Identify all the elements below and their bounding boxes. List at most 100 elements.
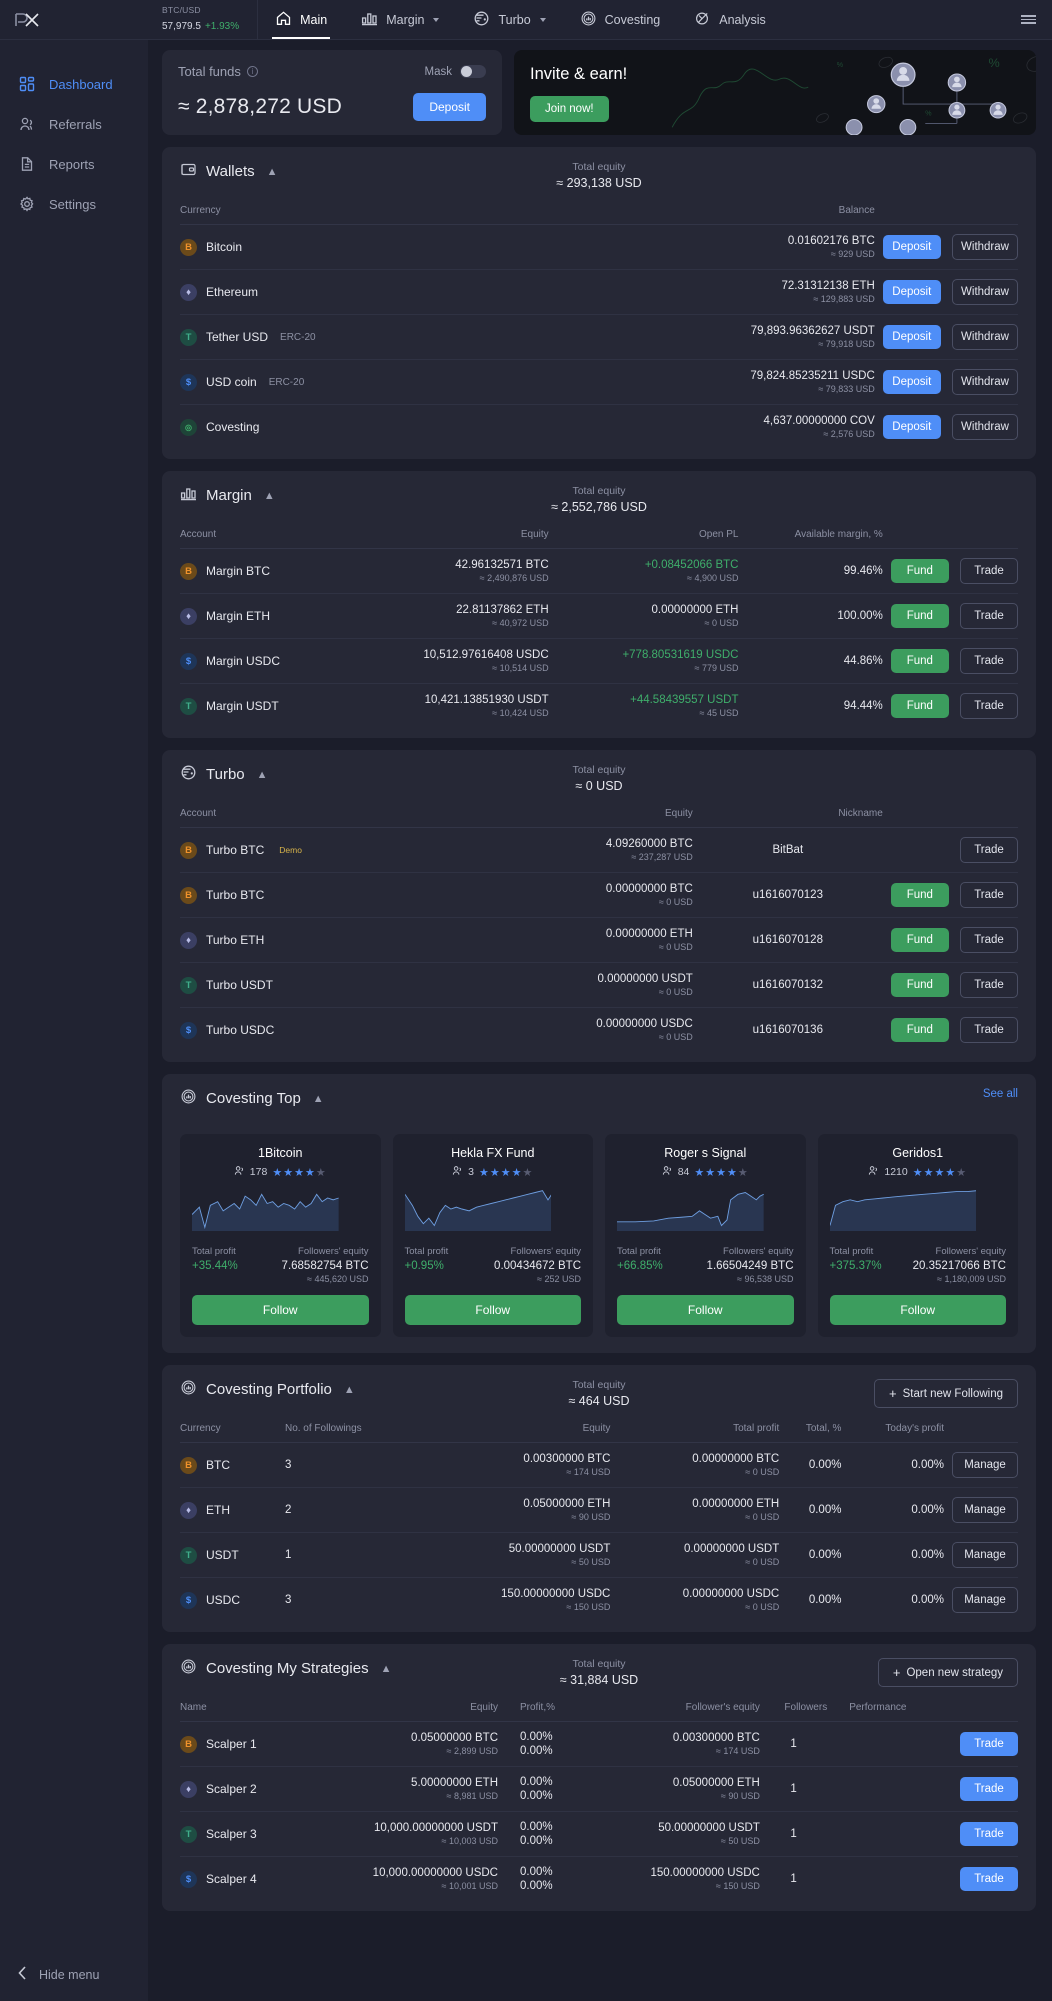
followers-equity-value: 7.68582754 BTC [281, 1260, 369, 1272]
tab-covesting[interactable]: Covesting [563, 0, 678, 39]
deposit-button[interactable]: Deposit [413, 93, 486, 121]
withdraw-button[interactable]: Withdraw [952, 369, 1018, 395]
see-all-link[interactable]: See all [983, 1088, 1018, 1100]
trade-button[interactable]: Trade [960, 927, 1018, 953]
manage-button[interactable]: Manage [952, 1452, 1018, 1478]
trade-button[interactable]: Trade [960, 1017, 1018, 1043]
strategy-name-cell: T Scalper 3 [180, 1811, 301, 1857]
total-profit-block: Total profit +375.37% [830, 1246, 882, 1284]
info-icon[interactable]: i [246, 66, 258, 77]
btc-usd-ticker[interactable]: BTC/USD 57,979.5 +1.93% [148, 0, 259, 39]
trade-button[interactable]: Trade [960, 972, 1018, 998]
menu-icon[interactable] [1005, 0, 1052, 39]
open-new-strategy-button[interactable]: + Open new strategy [877, 1658, 1018, 1687]
col-equity: Equity [466, 798, 693, 828]
chevron-up-icon[interactable]: ▲ [344, 1384, 355, 1396]
deposit-button[interactable]: Deposit [882, 325, 941, 349]
fund-button[interactable]: Fund [890, 973, 949, 997]
withdraw-button[interactable]: Withdraw [952, 414, 1018, 440]
fund-button[interactable]: Fund [890, 694, 949, 718]
equity-value: ≈ 0 USD [575, 779, 623, 793]
margin-title-wrap[interactable]: Margin ▲ [180, 485, 275, 506]
currency-name: USD coin [206, 375, 257, 389]
trader-card[interactable]: 1Bitcoin 178 ★★★★★ Total profit +35.44% … [180, 1134, 381, 1337]
trade-button[interactable]: Trade [960, 1777, 1018, 1801]
margin-equity-cell: 22.81137862 ETH ≈ 40,972 USD [343, 593, 549, 639]
trade-button[interactable]: Trade [960, 882, 1018, 908]
trade-button[interactable]: Trade [960, 693, 1018, 719]
fund-button[interactable]: Fund [890, 604, 949, 628]
manage-button[interactable]: Manage [952, 1542, 1018, 1568]
trader-card[interactable]: Roger s Signal 84 ★★★★★ Total profit +66… [605, 1134, 806, 1337]
wallets-title-wrap[interactable]: Wallets ▲ [180, 161, 278, 182]
mask-toggle[interactable] [460, 65, 486, 78]
col-currency: Currency [180, 195, 543, 225]
coin-icon-usdc: $ [180, 1591, 197, 1609]
follow-button[interactable]: Follow [617, 1295, 794, 1325]
covesting-top-title-wrap[interactable]: Covesting Top ▲ [180, 1088, 324, 1109]
deposit-button[interactable]: Deposit [882, 235, 941, 259]
deposit-button[interactable]: Deposit [882, 370, 941, 394]
ticker-pair: BTC/USD [162, 5, 201, 15]
fund-button[interactable]: Fund [890, 928, 949, 952]
covesting-top-panel: Covesting Top ▲ See all 1Bitcoin 178 ★★★… [162, 1074, 1036, 1353]
sidebar-item-referrals[interactable]: Referrals [0, 104, 148, 144]
hide-menu-button[interactable]: Hide menu [0, 1952, 148, 2001]
withdraw-button[interactable]: Withdraw [952, 279, 1018, 305]
chevron-up-icon[interactable]: ▲ [267, 166, 278, 178]
deposit-button[interactable]: Deposit [882, 280, 941, 304]
tab-margin[interactable]: Margin [344, 0, 456, 39]
strategy-name: Scalper 1 [206, 1737, 257, 1751]
turbo-title: Turbo [206, 766, 245, 783]
strategy-performance-cell [827, 1857, 952, 1902]
chevron-up-icon[interactable]: ▲ [381, 1663, 392, 1675]
manage-button[interactable]: Manage [952, 1587, 1018, 1613]
trade-button[interactable]: Trade [960, 837, 1018, 863]
tab-turbo[interactable]: Turbo [456, 0, 562, 39]
trade-button[interactable]: Trade [960, 1867, 1018, 1891]
covesting-portfolio-title-wrap[interactable]: Covesting Portfolio ▲ [180, 1379, 355, 1400]
sidebar-item-dashboard[interactable]: Dashboard [0, 64, 148, 104]
trader-card[interactable]: Geridos1 1210 ★★★★★ Total profit +375.37… [817, 1134, 1018, 1337]
sidebar-item-settings[interactable]: Settings [0, 184, 148, 224]
margin-account-cell: ♦ Margin ETH [180, 593, 344, 639]
trade-button[interactable]: Trade [960, 1732, 1018, 1756]
deposit-button[interactable]: Deposit [882, 415, 941, 439]
sidebar-item-label: Dashboard [49, 76, 113, 92]
fund-button[interactable]: Fund [890, 559, 949, 583]
trader-stats: Total profit +66.85% Followers' equity 1… [617, 1246, 794, 1284]
margin-table: Account Equity Open PL Available margin,… [180, 519, 1018, 728]
margin-available-cell: 44.86% [738, 638, 883, 684]
covesting-strategies-title-wrap[interactable]: Covesting My Strategies ▲ [180, 1658, 391, 1679]
manage-button[interactable]: Manage [952, 1497, 1018, 1523]
chevron-up-icon[interactable]: ▲ [313, 1093, 324, 1105]
tab-main[interactable]: Main [258, 0, 344, 39]
table-row: T USDT 1 50.00000000 USDT ≈ 50 USD 0.00000… [180, 1532, 1018, 1578]
trade-button[interactable]: Trade [960, 1822, 1018, 1846]
trade-button[interactable]: Trade [960, 558, 1018, 584]
turbo-title-wrap[interactable]: Turbo ▲ [180, 764, 268, 785]
trade-button[interactable]: Trade [960, 603, 1018, 629]
svg-text:%: % [989, 56, 1000, 70]
strategy-follower-equity-cell: 0.00300000 BTC ≈ 174 USD [587, 1721, 760, 1767]
fund-button[interactable]: Fund [890, 883, 949, 907]
withdraw-button[interactable]: Withdraw [952, 324, 1018, 350]
trade-button[interactable]: Trade [960, 648, 1018, 674]
table-row: ♦ Scalper 2 5.00000000 ETH ≈ 8,981 USD 0.0… [180, 1766, 1018, 1812]
follow-button[interactable]: Follow [829, 1295, 1006, 1325]
chevron-up-icon[interactable]: ▲ [257, 769, 268, 781]
coin-icon-usdt: T [180, 1825, 197, 1843]
follow-button[interactable]: Follow [404, 1295, 581, 1325]
chevron-up-icon[interactable]: ▲ [264, 490, 275, 502]
fund-button[interactable]: Fund [890, 649, 949, 673]
sidebar-item-reports[interactable]: Reports [0, 144, 148, 184]
trader-card[interactable]: Hekla FX Fund 3 ★★★★★ Total profit +0.95… [392, 1134, 593, 1337]
app-logo[interactable] [0, 0, 148, 40]
start-new-following-button[interactable]: + Start new Following [874, 1379, 1018, 1408]
follow-button[interactable]: Follow [192, 1295, 369, 1325]
account-name: Turbo BTC [206, 843, 265, 857]
withdraw-button[interactable]: Withdraw [952, 234, 1018, 260]
tab-analysis[interactable]: Analysis [677, 0, 783, 39]
star-icon: ★ [489, 1166, 501, 1179]
fund-button[interactable]: Fund [890, 1018, 949, 1042]
